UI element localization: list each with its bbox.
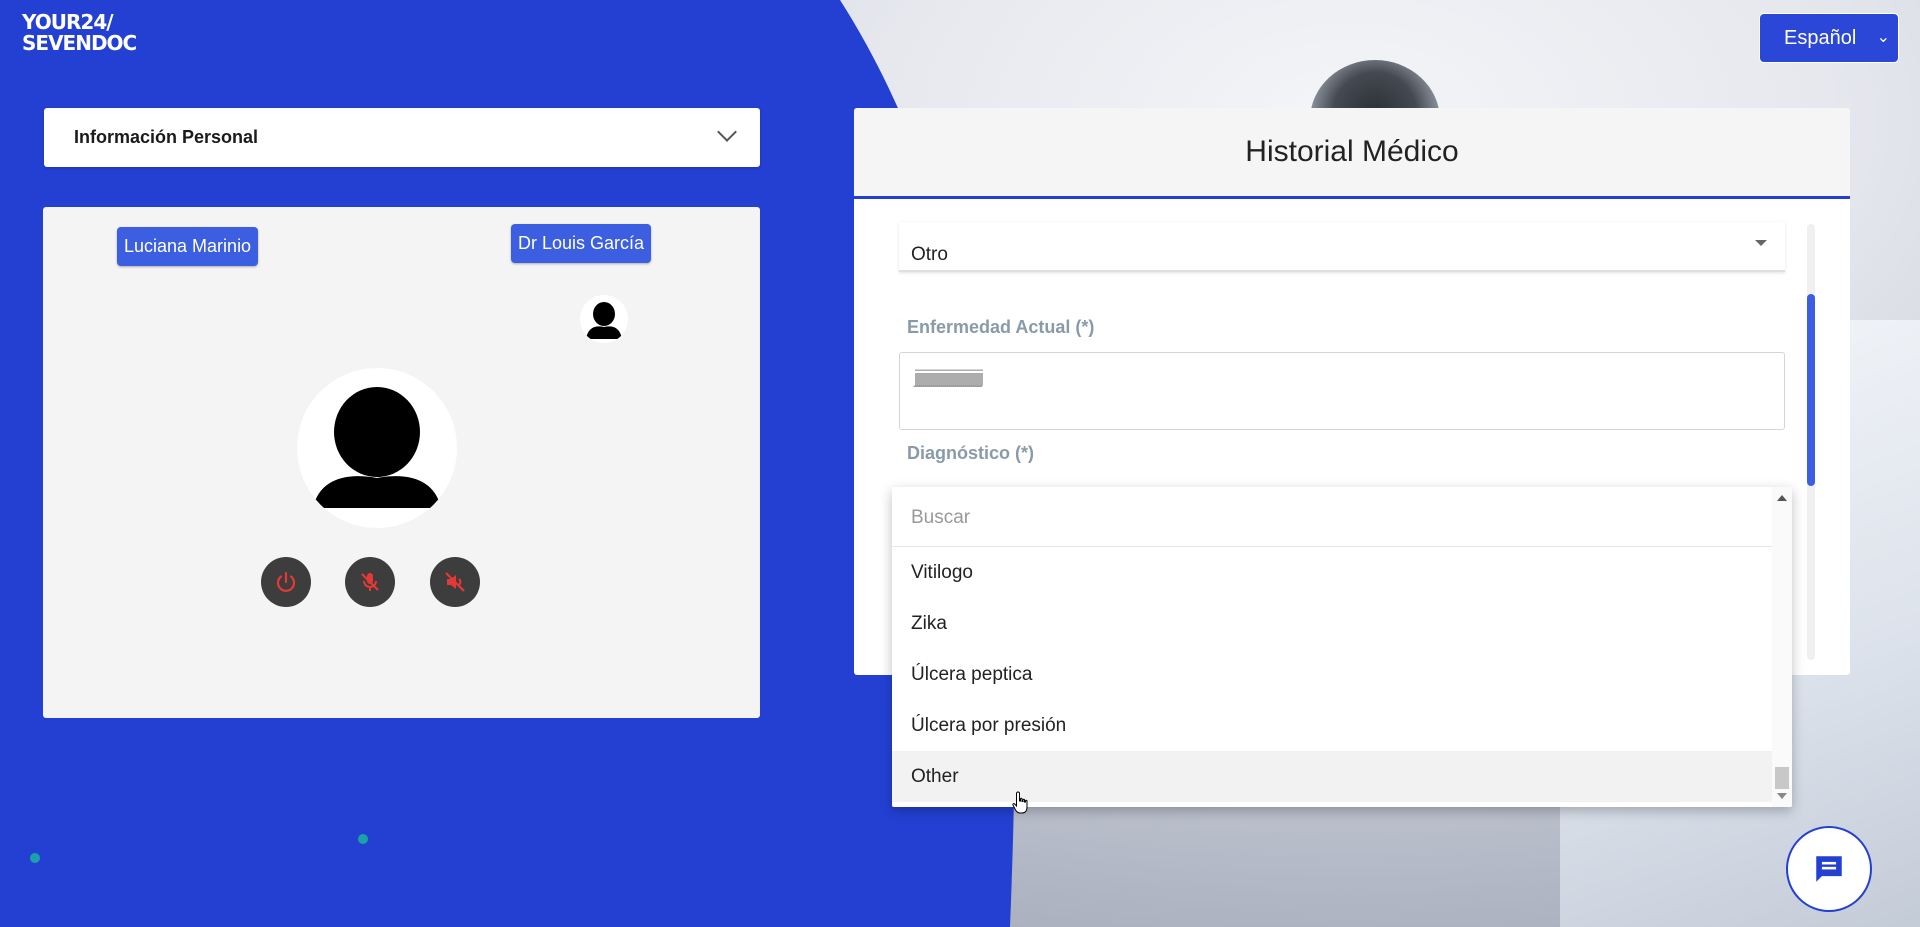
dropdown-option[interactable]: Vitilogo	[892, 547, 1772, 598]
current-illness-textarea[interactable]: jjjjjjjjjjjjjjjjjjjjjjjjjjjjjjjjjj	[899, 352, 1785, 430]
patient-avatar	[297, 368, 457, 528]
end-call-button[interactable]	[261, 557, 311, 607]
record-type-select[interactable]: Otro	[899, 222, 1785, 272]
caret-down-icon	[1755, 240, 1767, 246]
panel-scrollbar-thumb[interactable]	[1807, 294, 1815, 486]
language-select[interactable]: Español ⌄	[1759, 13, 1899, 63]
dropdown-search-input[interactable]: Buscar	[892, 487, 1772, 547]
chevron-down-icon: ⌄	[1876, 29, 1890, 46]
dropdown-scrollbar[interactable]	[1772, 487, 1792, 807]
decorative-dot	[30, 853, 40, 863]
personal-info-title: Información Personal	[74, 127, 259, 147]
chevron-down-icon	[717, 122, 737, 142]
dropdown-scroll-thumb[interactable]	[1775, 767, 1789, 789]
decorative-dot	[358, 834, 368, 844]
record-type-value: Otro	[911, 244, 948, 265]
mute-audio-button[interactable]	[430, 557, 480, 607]
patient-name-tag: Luciana Marinio	[117, 227, 259, 266]
chat-button[interactable]	[1786, 826, 1872, 912]
doctor-avatar	[580, 295, 628, 343]
volume-off-icon	[445, 572, 465, 592]
chat-icon	[1816, 856, 1842, 882]
video-call-panel: Luciana Marinio Dr Louis García	[43, 207, 760, 718]
diagnosis-label: Diagnóstico (*)	[907, 443, 1035, 463]
scroll-up-icon[interactable]	[1777, 495, 1787, 501]
scroll-down-icon[interactable]	[1777, 793, 1787, 799]
pointer-cursor-icon	[1012, 791, 1028, 814]
logo-line-2: SEVENDOC	[22, 31, 137, 55]
language-value: Español	[1784, 26, 1857, 49]
mute-mic-button[interactable]	[345, 557, 395, 607]
app-logo[interactable]: YOUR24/ SEVENDOC	[22, 10, 137, 55]
mic-off-icon	[361, 573, 379, 591]
current-illness-label: Enfermedad Actual (*)	[907, 317, 1095, 337]
power-icon	[276, 571, 296, 592]
personal-info-accordion[interactable]: Información Personal	[44, 108, 760, 167]
logo-line-1: YOUR24/	[22, 10, 114, 34]
dropdown-option[interactable]: Úlcera peptica	[892, 649, 1772, 700]
dropdown-option[interactable]: Úlcera por presión	[892, 700, 1772, 751]
doctor-name-tag: Dr Louis García	[511, 224, 652, 263]
diagnosis-dropdown: Buscar Vitilogo Zika Úlcera peptica Úlce…	[892, 487, 1792, 807]
medical-history-title: Historial Médico	[854, 108, 1850, 199]
dropdown-option[interactable]: Zika	[892, 598, 1772, 649]
